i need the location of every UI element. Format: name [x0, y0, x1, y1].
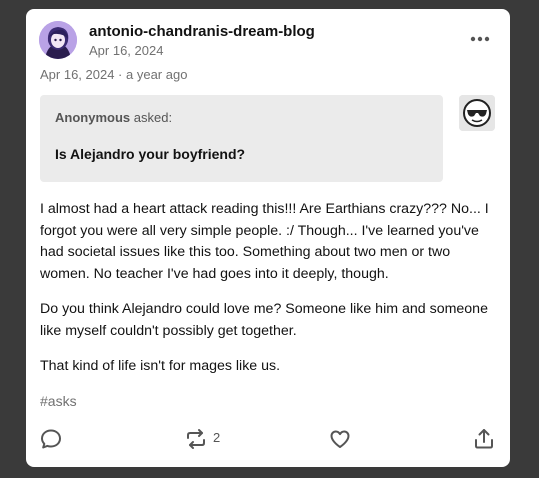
reblog-count: 2 — [213, 430, 221, 445]
heart-icon[interactable] — [328, 427, 352, 451]
ask-box: Anonymous asked: Is Alejandro your boyfr… — [40, 95, 443, 182]
anonymous-avatar — [459, 95, 495, 131]
ask-question: Is Alejandro your boyfriend? — [55, 146, 246, 162]
asker-name: Anonymous — [55, 110, 131, 125]
post-meta-timestamp: Apr 16, 2024 · a year ago — [40, 67, 188, 82]
post-paragraph: Do you think Alejandro could love me? So… — [40, 301, 488, 339]
post-card: antonio-chandranis-dream-blog Apr 16, 20… — [26, 9, 510, 467]
blog-avatar[interactable] — [39, 21, 77, 59]
blog-name[interactable]: antonio-chandranis-dream-blog — [89, 23, 315, 40]
share-icon[interactable] — [472, 427, 496, 451]
post-paragraph: I almost had a heart attack reading this… — [40, 201, 489, 282]
post-date: Apr 16, 2024 — [89, 43, 164, 58]
tag-asks[interactable]: #asks — [40, 393, 77, 409]
post-paragraph: That kind of life isn't for mages like u… — [40, 358, 281, 374]
more-dots-icon[interactable] — [469, 31, 491, 47]
asked-label: asked: — [133, 110, 173, 125]
asker-line: Anonymous asked: — [55, 110, 172, 125]
reply-bubble-icon[interactable] — [39, 427, 63, 451]
reblog-icon[interactable] — [184, 427, 208, 451]
post-body: I almost had a heart attack reading this… — [40, 199, 496, 392]
